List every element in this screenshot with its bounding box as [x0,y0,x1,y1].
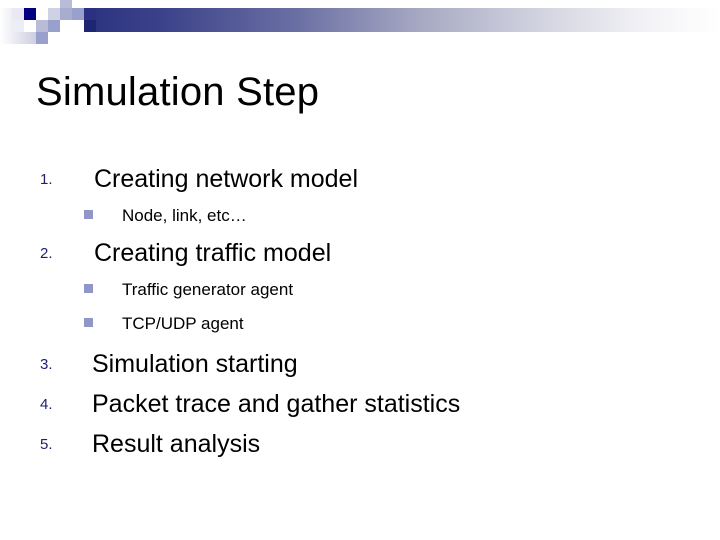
decoration-square [48,32,60,44]
header-gradient-bar [96,8,720,32]
numbered-list-item: 1. Creating network model [40,162,700,196]
decoration-square [36,20,48,32]
list-item-label: Simulation starting [92,350,298,378]
square-bullet-icon [84,210,93,219]
list-item-label: Creating traffic model [94,239,332,267]
sub-bullet-item: Traffic generator agent [84,277,684,303]
numbered-list-item: 3. Simulation starting [40,347,700,381]
decoration-square [60,8,72,20]
list-item-label: Creating network model [94,165,359,193]
decoration-square [12,20,24,32]
slide-header-decoration [0,0,720,56]
decoration-square [36,32,48,44]
decoration-square [84,8,96,20]
decoration-square [72,8,84,20]
list-item-number: 1. [40,171,53,188]
sub-bullet-label: TCP/UDP agent [122,314,244,333]
numbered-list-item: 5. Result analysis [40,427,700,461]
sub-bullet-item: Node, link, etc… [84,203,684,229]
sub-bullet-label: Node, link, etc… [122,206,247,225]
decoration-square [24,8,36,20]
list-item-label: Result analysis [92,430,261,458]
decoration-square [84,20,96,32]
decoration-square [12,8,24,20]
decoration-square [48,20,60,32]
decoration-square [48,8,60,20]
list-item-label: Packet trace and gather statistics [92,390,461,418]
numbered-list-item: 2. Creating traffic model [40,236,700,270]
decoration-square [24,20,36,32]
square-bullet-icon [84,318,93,327]
numbered-list-item: 4. Packet trace and gather statistics [40,387,700,421]
list-item-number: 2. [40,245,53,262]
list-item-number: 3. [40,356,53,373]
square-bullet-icon [84,284,93,293]
sub-bullet-label: Traffic generator agent [122,280,294,299]
list-item-number: 4. [40,396,53,413]
page-title: Simulation Step [36,70,320,114]
list-item-number: 5. [40,436,53,453]
decoration-square [60,20,72,32]
sub-bullet-item: TCP/UDP agent [84,311,684,337]
